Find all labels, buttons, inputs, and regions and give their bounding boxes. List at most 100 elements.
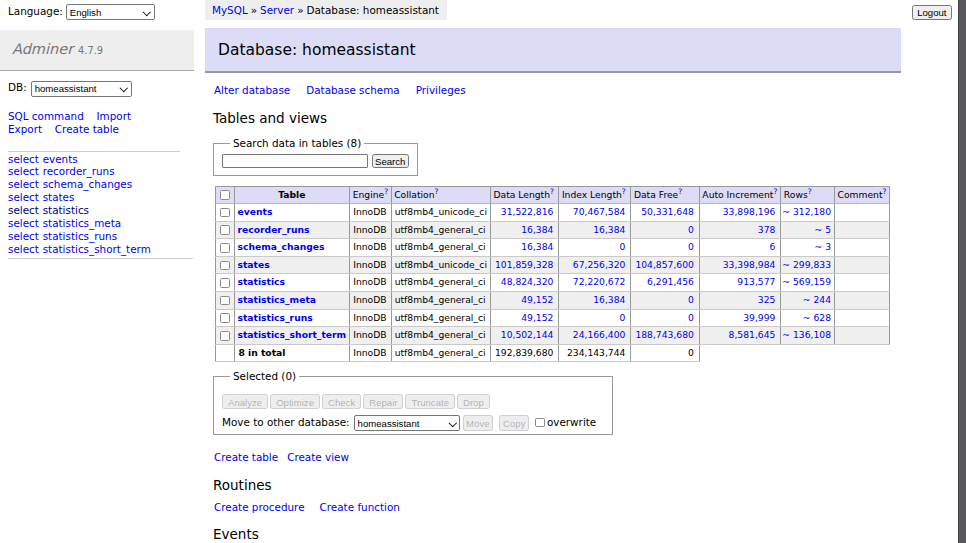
row-checkbox[interactable] xyxy=(220,331,230,341)
row-checkbox[interactable] xyxy=(220,208,230,218)
help-link[interactable]: ? xyxy=(384,186,388,195)
sidebar-table-link[interactable]: statistics xyxy=(43,204,89,216)
search-button[interactable]: Search xyxy=(372,154,409,169)
data-length-link[interactable]: 101,859,328 xyxy=(495,259,553,270)
data-free-link[interactable]: 188,743,680 xyxy=(635,329,693,340)
sidebar-link-import[interactable]: Import xyxy=(97,110,132,122)
rows-link[interactable]: ~ 244 xyxy=(803,294,831,305)
adminer-logo[interactable]: Adminer xyxy=(12,41,73,57)
help-link[interactable]: ? xyxy=(435,186,439,195)
table-name-link[interactable]: statistics_runs xyxy=(238,312,313,323)
sidebar-link-export[interactable]: Export xyxy=(8,123,42,135)
index-length-link[interactable]: 16,384 xyxy=(593,294,625,305)
data-length-link[interactable]: 16,384 xyxy=(521,224,553,235)
data-free-link[interactable]: 104,857,600 xyxy=(635,259,693,270)
drop-button[interactable]: Drop xyxy=(457,394,490,410)
move-button[interactable]: Move xyxy=(463,415,493,431)
overwrite-checkbox[interactable] xyxy=(535,418,545,428)
auto-increment-link[interactable]: 39,999 xyxy=(743,312,775,323)
index-length-link[interactable]: 0 xyxy=(620,312,626,323)
help-link[interactable]: ? xyxy=(678,186,682,195)
table-name-link[interactable]: statistics_short_term xyxy=(238,329,347,340)
help-link[interactable]: ? xyxy=(622,186,626,195)
index-length-link[interactable]: 16,384 xyxy=(593,224,625,235)
breadcrumb-item[interactable]: MySQL xyxy=(212,4,248,16)
auto-increment-link[interactable]: 378 xyxy=(758,224,776,235)
db-select[interactable]: homeassistant xyxy=(31,81,132,97)
data-length-link[interactable]: 48,824,320 xyxy=(501,276,554,287)
row-checkbox[interactable] xyxy=(220,278,230,288)
help-link[interactable]: ? xyxy=(550,186,554,195)
sidebar-select-link[interactable]: select xyxy=(8,243,39,255)
row-checkbox[interactable] xyxy=(220,296,230,306)
row-checkbox[interactable] xyxy=(220,243,230,253)
auto-increment-link[interactable]: 6 xyxy=(770,241,776,252)
sidebar-select-link[interactable]: select xyxy=(8,153,39,165)
row-checkbox[interactable] xyxy=(220,313,230,323)
auto-increment-link[interactable]: 913,577 xyxy=(737,276,775,287)
check-button[interactable]: Check xyxy=(322,394,361,410)
link-alter-database[interactable]: Alter database xyxy=(214,84,290,96)
help-link[interactable]: ? xyxy=(883,186,887,195)
index-length-link[interactable]: 70,467,584 xyxy=(573,206,626,217)
row-checkbox[interactable] xyxy=(220,261,230,271)
link-privileges[interactable]: Privileges xyxy=(416,84,466,96)
sidebar-select-link[interactable]: select xyxy=(8,230,39,242)
copy-button[interactable]: Copy xyxy=(499,415,529,431)
link-create-table[interactable]: Create table xyxy=(214,451,278,463)
table-name-link[interactable]: recorder_runs xyxy=(238,224,310,235)
sidebar-link-sql-command[interactable]: SQL command xyxy=(8,110,84,122)
data-free-link[interactable]: 0 xyxy=(688,241,694,252)
rows-link[interactable]: ~ 3 xyxy=(815,241,831,252)
sidebar-table-link[interactable]: statistics_meta xyxy=(43,217,121,229)
rows-link[interactable]: ~ 299,833 xyxy=(782,259,831,270)
link-create-view[interactable]: Create view xyxy=(287,451,349,463)
data-length-link[interactable]: 16,384 xyxy=(521,241,553,252)
move-database-select[interactable]: homeassistant xyxy=(354,415,461,431)
index-length-link[interactable]: 24,166,400 xyxy=(573,329,626,340)
auto-increment-link[interactable]: 8,581,645 xyxy=(729,329,776,340)
table-name-link[interactable]: statistics_meta xyxy=(238,294,317,305)
link-create-procedure[interactable]: Create procedure xyxy=(214,501,305,513)
rows-link[interactable]: ~ 312,180 xyxy=(782,206,831,217)
optimize-button[interactable]: Optimize xyxy=(270,394,320,410)
data-length-link[interactable]: 49,152 xyxy=(521,312,553,323)
rows-link[interactable]: ~ 569,159 xyxy=(782,276,831,287)
sidebar-link-create-table[interactable]: Create table xyxy=(55,123,119,135)
data-length-link[interactable]: 49,152 xyxy=(521,294,553,305)
help-link[interactable]: ? xyxy=(773,186,777,195)
sidebar-table-link[interactable]: statistics_short_term xyxy=(43,243,151,255)
sidebar-table-link[interactable]: statistics_runs xyxy=(43,230,117,242)
sidebar-select-link[interactable]: select xyxy=(8,204,39,216)
data-free-link[interactable]: 6,291,456 xyxy=(647,276,694,287)
scrollbar[interactable] xyxy=(958,0,966,543)
help-link[interactable]: ? xyxy=(808,186,812,195)
sidebar-table-link[interactable]: states xyxy=(43,191,75,203)
sidebar-table-link[interactable]: schema_changes xyxy=(43,178,132,190)
truncate-button[interactable]: Truncate xyxy=(405,394,455,410)
data-length-link[interactable]: 31,522,816 xyxy=(501,206,554,217)
sidebar-select-link[interactable]: select xyxy=(8,165,39,177)
auto-increment-link[interactable]: 33,898,196 xyxy=(723,206,776,217)
data-length-link[interactable]: 10,502,144 xyxy=(501,329,554,340)
rows-link[interactable]: ~ 5 xyxy=(815,224,831,235)
link-database-schema[interactable]: Database schema xyxy=(306,84,399,96)
data-free-link[interactable]: 0 xyxy=(688,294,694,305)
rows-link[interactable]: ~ 136,108 xyxy=(782,329,831,340)
index-length-link[interactable]: 67,256,320 xyxy=(573,259,626,270)
row-checkbox[interactable] xyxy=(220,225,230,235)
sidebar-select-link[interactable]: select xyxy=(8,217,39,229)
search-input[interactable] xyxy=(222,154,368,168)
data-free-link[interactable]: 0 xyxy=(688,224,694,235)
sidebar-table-link[interactable]: recorder_runs xyxy=(43,165,115,177)
table-name-link[interactable]: events xyxy=(238,206,273,217)
index-length-link[interactable]: 72,220,672 xyxy=(573,276,626,287)
table-name-link[interactable]: statistics xyxy=(238,276,286,287)
auto-increment-link[interactable]: 33,398,984 xyxy=(723,259,776,270)
link-create-function[interactable]: Create function xyxy=(320,501,400,513)
select-all-checkbox[interactable] xyxy=(220,190,230,200)
logout-button[interactable]: Logout xyxy=(912,5,951,20)
repair-button[interactable]: Repair xyxy=(363,394,403,410)
index-length-link[interactable]: 0 xyxy=(620,241,626,252)
data-free-link[interactable]: 50,331,648 xyxy=(641,206,694,217)
